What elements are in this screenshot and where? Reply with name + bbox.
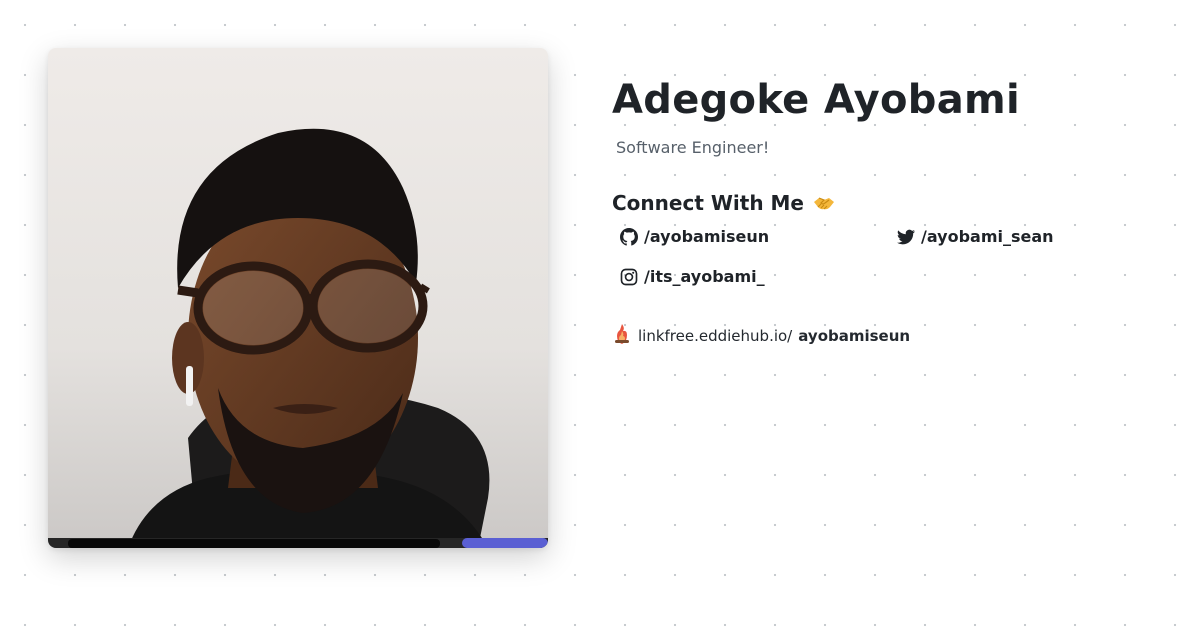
github-handle: /ayobamiseun xyxy=(644,227,770,246)
profile-photo xyxy=(48,48,548,548)
twitter-link[interactable]: /ayobami_sean xyxy=(897,227,1054,246)
linkfree-prefix: linkfree.eddiehub.io/ xyxy=(638,327,793,345)
profile-name: Adegoke Ayobami xyxy=(612,77,1021,123)
handshake-icon xyxy=(812,191,836,215)
instagram-link[interactable]: /its_ayobami_ xyxy=(620,267,765,286)
twitter-handle: /ayobami_sean xyxy=(921,227,1054,246)
instagram-icon xyxy=(620,268,638,286)
profile-info: Adegoke Ayobami Software Engineer! Conne… xyxy=(612,72,1172,349)
linkfree-link[interactable]: linkfree.eddiehub.io/ ayobamiseun xyxy=(612,323,1172,349)
instagram-handle: /its_ayobami_ xyxy=(644,267,765,286)
github-link[interactable]: /ayobamiseun xyxy=(620,227,769,246)
twitter-icon xyxy=(897,228,915,246)
social-links: /ayobamiseun /ayobami_sean /its_ayobami_ xyxy=(612,227,1172,307)
linkfree-username: ayobamiseun xyxy=(798,327,911,345)
connect-heading: Connect With Me xyxy=(612,191,804,215)
linkfree-logo-icon xyxy=(612,323,632,349)
profile-photo-illustration xyxy=(48,48,548,548)
github-icon xyxy=(620,227,638,246)
connect-heading-row: Connect With Me xyxy=(612,191,1172,215)
profile-subtitle: Software Engineer! xyxy=(616,138,770,157)
